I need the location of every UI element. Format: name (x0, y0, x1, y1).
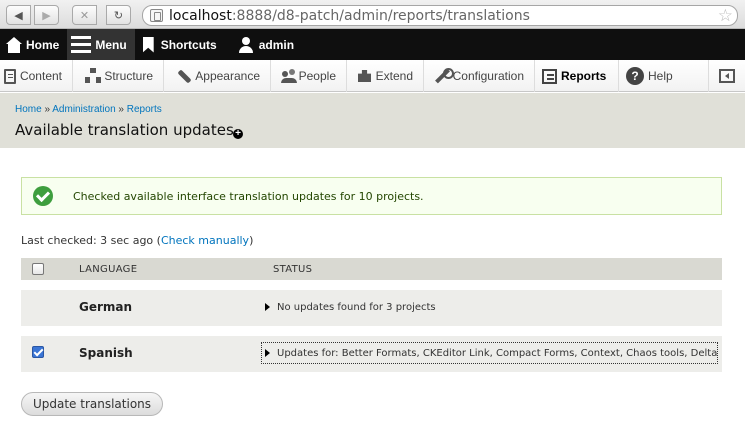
tray-item-extend[interactable]: Extend (347, 60, 424, 92)
user-icon (237, 36, 255, 54)
toolbar-user-label: admin (258, 37, 295, 52)
tray-item-label: Extend (375, 69, 413, 83)
browser-chrome: ◀ ▶ ✕ ↻ localhost:8888/d8-patch/admin/re… (0, 0, 745, 29)
wrench-icon (434, 68, 454, 84)
address-bar[interactable]: localhost:8888/d8-patch/admin/reports/tr… (142, 5, 738, 26)
tray-item-reports[interactable]: Reports (535, 60, 619, 92)
check-circle-icon (33, 186, 53, 206)
tray-divider (708, 60, 709, 92)
breadcrumb-separator: » (115, 104, 127, 115)
puzzle-icon (357, 68, 372, 84)
add-shortcut-icon[interactable]: + (233, 129, 243, 139)
update-translations-button[interactable]: Update translations (21, 392, 163, 416)
tray-item-label: Structure (104, 69, 153, 83)
admin-tray: Content Structure Appearance People Exte… (0, 60, 745, 92)
toolbar-home-label: Home (26, 37, 60, 52)
reload-icon: ↻ (113, 9, 124, 22)
page-title: Available translation updates (15, 121, 234, 139)
breadcrumb-separator: » (41, 104, 53, 115)
help-icon: ? (626, 67, 644, 85)
breadcrumb-administration[interactable]: Administration (52, 104, 115, 115)
row-status-toggle[interactable]: Updates for: Better Formats, CKEditor Li… (261, 342, 718, 364)
toolbar-user[interactable]: admin (225, 29, 302, 60)
row-checkbox[interactable] (32, 346, 44, 358)
star-icon[interactable]: ☆ (718, 6, 733, 26)
bookmark-icon (139, 36, 157, 54)
forward-arrow-icon: ▶ (42, 9, 51, 22)
tray-item-structure[interactable]: Structure (73, 60, 164, 92)
last-checked-suffix: ) (249, 234, 254, 247)
tray-orientation-icon[interactable] (719, 69, 735, 83)
row-language: Spanish (79, 346, 133, 360)
table-row: Spanish Updates for: Better Formats, CKE… (21, 336, 722, 372)
tray-item-label: Configuration (452, 69, 524, 83)
reload-button[interactable]: ↻ (106, 5, 131, 25)
last-checked: Last checked: 3 sec ago (Check manually) (21, 234, 253, 247)
document-icon (4, 68, 16, 84)
tray-item-people[interactable]: People (271, 60, 347, 92)
breadcrumb: Home » Administration » Reports (15, 104, 162, 115)
table-row: German No updates found for 3 projects (21, 290, 722, 326)
tray-item-help[interactable]: ? Help (619, 60, 689, 92)
column-language: LANGUAGE (79, 264, 138, 275)
toolbar-menu[interactable]: Menu (67, 29, 135, 60)
breadcrumb-reports[interactable]: Reports (127, 104, 162, 115)
row-status-text: Updates for: Better Formats, CKEditor Li… (277, 347, 717, 359)
reports-icon (542, 68, 557, 84)
tray-item-label: Appearance (195, 69, 260, 83)
back-button[interactable]: ◀ (6, 5, 31, 25)
menu-icon (71, 35, 92, 54)
page-header: Home » Administration » Reports Availabl… (0, 93, 745, 148)
status-message: Checked available interface translation … (21, 177, 722, 215)
caret-right-icon (265, 303, 270, 311)
select-all-checkbox[interactable] (32, 263, 44, 275)
row-status-toggle[interactable]: No updates found for 3 projects (262, 297, 436, 317)
toolbar-shortcuts[interactable]: Shortcuts (135, 29, 225, 60)
toolbar-shortcuts-label: Shortcuts (160, 37, 217, 52)
last-checked-prefix: Last checked: 3 sec ago ( (21, 234, 161, 247)
breadcrumb-home[interactable]: Home (15, 104, 42, 115)
people-icon (281, 68, 297, 84)
admin-toolbar: Home Menu Shortcuts admin (0, 29, 745, 60)
page-icon (150, 9, 163, 22)
toolbar-home[interactable]: Home (0, 29, 67, 60)
brush-icon (176, 68, 191, 84)
url-path: :8888/d8-patch/admin/reports/translation… (231, 7, 530, 24)
status-message-text: Checked available interface translation … (73, 189, 424, 203)
tray-item-label: Content (19, 69, 62, 83)
toolbar-menu-label: Menu (95, 37, 127, 52)
tray-item-configuration[interactable]: Configuration (424, 60, 535, 92)
caret-right-icon (265, 349, 270, 357)
check-manually-link[interactable]: Check manually (161, 234, 249, 247)
tray-item-label: Reports (561, 69, 607, 83)
column-status: STATUS (273, 264, 313, 275)
tray-item-appearance[interactable]: Appearance (164, 60, 271, 92)
row-language: German (79, 300, 133, 314)
home-icon (4, 36, 22, 54)
tray-item-label: People (298, 69, 336, 83)
tray-item-label: Help (648, 69, 673, 83)
back-arrow-icon: ◀ (14, 9, 23, 22)
close-icon: ✕ (79, 9, 90, 22)
stop-button[interactable]: ✕ (72, 5, 97, 25)
tray-item-content[interactable]: Content (0, 60, 73, 92)
structure-icon (85, 68, 102, 84)
forward-button[interactable]: ▶ (34, 5, 59, 25)
url-host: localhost (169, 7, 232, 24)
row-status-text: No updates found for 3 projects (277, 301, 436, 313)
table-header: LANGUAGE STATUS (21, 258, 722, 280)
